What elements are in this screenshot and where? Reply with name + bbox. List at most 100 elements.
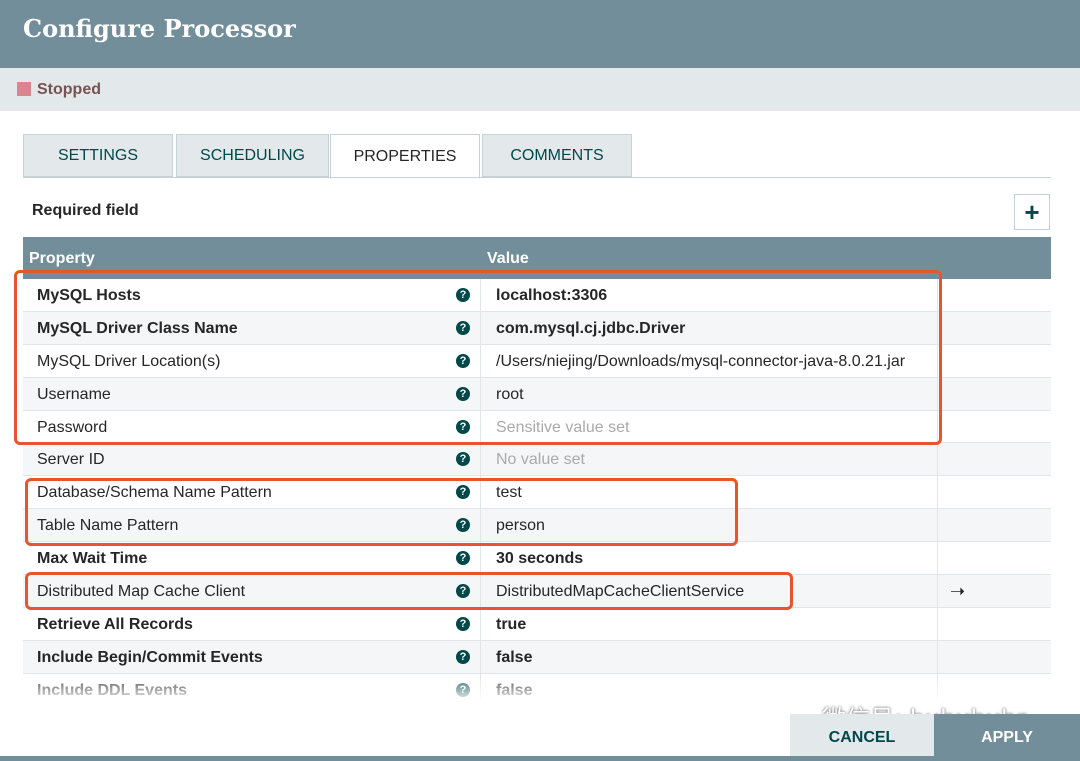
status-bar [0, 68, 1080, 111]
help-icon[interactable]: ? [456, 452, 470, 467]
properties-table: Property Value MySQL Hosts? localhost:330… [23, 237, 1051, 707]
property-value: person [496, 517, 545, 535]
action-cell [938, 608, 1051, 640]
tab-settings[interactable]: SETTINGS [23, 134, 173, 177]
value-cell[interactable]: person [481, 509, 938, 542]
property-cell: MySQL Driver Class Name? [23, 311, 481, 344]
property-cell: Include Begin/Commit Events? [23, 640, 481, 673]
property-name: Server ID [37, 451, 105, 469]
property-name: Password [37, 418, 108, 436]
property-cell: Retrieve All Records? [23, 607, 481, 640]
add-property-button[interactable]: + [1014, 194, 1050, 230]
action-cell: ➝ [938, 575, 1051, 607]
action-cell [938, 641, 1051, 673]
help-icon[interactable]: ? [456, 616, 470, 631]
table-row[interactable]: Include Begin/Commit Events? false [23, 640, 1051, 674]
action-cell [938, 443, 1051, 475]
property-cell: Table Name Pattern? [23, 509, 481, 542]
value-cell[interactable]: DistributedMapCacheClientService [481, 575, 938, 607]
header-property: Property [29, 250, 95, 267]
header-value: Value [487, 250, 529, 267]
table-row[interactable]: Distributed Map Cache Client? Distributed… [23, 575, 1051, 608]
tab-comments[interactable]: COMMENTS [482, 134, 632, 177]
property-value: No value set [496, 451, 585, 469]
stopped-icon [17, 82, 31, 96]
property-cell: Server ID? [23, 443, 481, 476]
help-icon[interactable]: ? [456, 485, 470, 500]
table-row[interactable]: MySQL Driver Location(s)? /Users/niejing/… [23, 344, 1051, 378]
tab-scheduling[interactable]: SCHEDULING [176, 134, 329, 177]
help-icon[interactable]: ? [456, 584, 470, 599]
help-icon[interactable]: ? [456, 419, 470, 434]
action-cell [938, 345, 1051, 377]
property-cell: Max Wait Time? [23, 542, 481, 575]
table-row[interactable]: Username? root [23, 377, 1051, 411]
table-row[interactable]: Retrieve All Records? true [23, 607, 1051, 641]
status-text: Stopped [37, 81, 101, 98]
property-name: Max Wait Time [37, 550, 148, 568]
property-name: MySQL Hosts [37, 287, 141, 304]
action-cell [938, 378, 1051, 410]
go-to-service-icon[interactable]: ➝ [950, 581, 965, 602]
property-value: localhost:3306 [496, 287, 608, 304]
value-cell[interactable]: /Users/niejing/Downloads/mysql-connector… [481, 344, 938, 377]
value-cell[interactable]: true [481, 607, 938, 640]
tab-properties[interactable]: PROPERTIES [330, 134, 480, 179]
table-header: Property Value [23, 237, 1051, 279]
property-value: Sensitive value set [496, 418, 630, 436]
property-name: MySQL Driver Class Name [37, 319, 238, 337]
table-row[interactable]: MySQL Driver Class Name? com.mysql.cj.jdb… [23, 311, 1051, 345]
action-cell [938, 312, 1051, 344]
help-icon[interactable]: ? [456, 320, 470, 335]
table-row[interactable]: Database/Schema Name Pattern? test [23, 476, 1051, 510]
value-cell[interactable]: Sensitive value set [481, 410, 938, 443]
help-icon[interactable]: ? [456, 518, 470, 533]
help-icon[interactable]: ? [456, 551, 470, 566]
value-cell[interactable]: 30 seconds [481, 542, 938, 575]
property-value: true [496, 615, 527, 633]
table-row[interactable]: Table Name Pattern? person [23, 509, 1051, 543]
value-cell[interactable]: test [481, 476, 938, 509]
property-cell: Distributed Map Cache Client? [23, 575, 481, 607]
table-row[interactable]: MySQL Hosts? localhost:3306 [23, 279, 1051, 312]
property-name: MySQL Driver Location(s) [37, 352, 221, 370]
plus-icon: + [1024, 197, 1040, 227]
property-value: com.mysql.cj.jdbc.Driver [496, 319, 686, 337]
property-name: Database/Schema Name Pattern [37, 484, 272, 502]
dialog-title: Configure Processor [23, 14, 296, 43]
property-value: root [496, 385, 524, 403]
property-value: DistributedMapCacheClientService [496, 583, 745, 601]
help-icon[interactable]: ? [456, 386, 470, 401]
help-icon[interactable]: ? [456, 649, 470, 664]
property-value: 30 seconds [496, 550, 584, 568]
property-value: /Users/niejing/Downloads/mysql-connector… [496, 352, 906, 370]
property-name: Include Begin/Commit Events [37, 648, 263, 666]
value-cell[interactable]: localhost:3306 [481, 279, 938, 311]
value-cell[interactable]: false [481, 640, 938, 673]
help-icon[interactable]: ? [456, 288, 470, 302]
action-cell [938, 411, 1051, 443]
property-value: test [496, 484, 522, 502]
value-cell[interactable]: No value set [481, 443, 938, 476]
bottom-bar [0, 756, 1080, 761]
table-row[interactable]: Max Wait Time? 30 seconds [23, 542, 1051, 576]
value-cell[interactable]: com.mysql.cj.jdbc.Driver [481, 311, 938, 344]
apply-button[interactable]: APPLY [934, 714, 1080, 761]
action-cell [938, 279, 1051, 311]
property-cell: Username? [23, 377, 481, 410]
table-row[interactable]: Password? Sensitive value set [23, 410, 1051, 444]
help-icon[interactable]: ? [456, 353, 470, 368]
action-cell [938, 509, 1051, 541]
property-value: false [496, 648, 533, 666]
table-row[interactable]: Server ID? No value set [23, 443, 1051, 477]
property-name: Distributed Map Cache Client [37, 583, 246, 601]
table-body: MySQL Hosts? localhost:3306 MySQL Driver C… [23, 279, 1051, 707]
cancel-button[interactable]: CANCEL [790, 714, 934, 761]
property-cell: MySQL Hosts? [23, 279, 481, 311]
action-cell [938, 542, 1051, 574]
property-cell: MySQL Driver Location(s)? [23, 344, 481, 377]
property-name: Retrieve All Records [37, 615, 193, 633]
property-cell: Password? [23, 410, 481, 443]
action-cell [938, 476, 1051, 508]
value-cell[interactable]: root [481, 377, 938, 410]
